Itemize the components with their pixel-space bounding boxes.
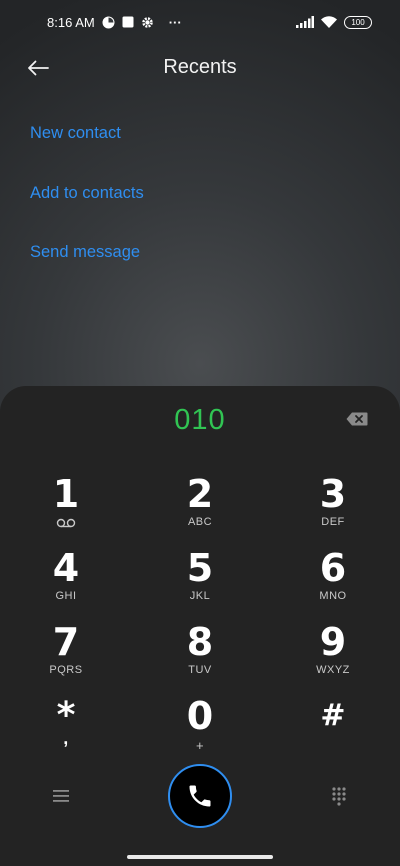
key-9[interactable]: 9 WXYZ	[278, 622, 388, 692]
key-5[interactable]: 5 JKL	[145, 548, 255, 618]
data-saver-icon	[102, 16, 115, 29]
key-letters: MNO	[319, 590, 347, 602]
key-digit: 9	[319, 620, 347, 664]
key-3[interactable]: 3 DEF	[278, 474, 388, 544]
status-bar-right: 100	[296, 15, 372, 29]
key-letters: WXYZ	[316, 664, 350, 676]
key-digit: 2	[186, 472, 214, 516]
key-digit: 8	[186, 620, 214, 664]
dialer-panel: 010 1 2 ABC 3 DEF 4 GHI 5 JKL 6 MNO 7 PQ…	[0, 386, 400, 866]
signal-icon	[296, 16, 314, 28]
key-letters: TUV	[188, 664, 212, 676]
new-contact-link[interactable]: New contact	[30, 113, 144, 173]
key-letters: +	[195, 738, 205, 753]
key-letters: ABC	[187, 516, 213, 528]
home-indicator[interactable]	[127, 855, 273, 859]
status-bar: 8:16 AM ··· 100	[0, 0, 400, 44]
key-4[interactable]: 4 GHI	[11, 548, 121, 618]
key-1[interactable]: 1	[11, 474, 121, 544]
menu-icon	[53, 790, 69, 802]
dialed-number: 010	[174, 404, 226, 436]
key-digit: 6	[319, 546, 347, 590]
key-digit: 7	[52, 620, 80, 664]
key-digit: 4	[52, 546, 80, 590]
dialpad-icon	[332, 787, 346, 806]
key-6[interactable]: 6 MNO	[278, 548, 388, 618]
key-letters: GHI	[55, 590, 77, 602]
key-8[interactable]: 8 TUV	[145, 622, 255, 692]
key-digit: 1	[52, 472, 80, 516]
key-digit: 0	[186, 694, 214, 738]
contact-actions: New contact Add to contacts Send message	[30, 113, 144, 292]
status-bar-left: 8:16 AM ···	[47, 15, 182, 30]
add-to-contacts-link[interactable]: Add to contacts	[30, 173, 144, 233]
voicemail-icon	[56, 518, 76, 528]
key-0[interactable]: 0 +	[145, 696, 255, 766]
key-star[interactable]: * ,	[11, 696, 121, 766]
battery-icon: 100	[344, 15, 372, 29]
key-letters: DEF	[321, 516, 345, 528]
send-message-link[interactable]: Send message	[30, 232, 144, 292]
menu-button[interactable]	[45, 784, 77, 808]
call-button[interactable]	[168, 764, 232, 828]
gallery-icon	[122, 16, 134, 28]
dialpad-toggle-button[interactable]	[323, 784, 355, 808]
key-digit: 5	[186, 546, 214, 590]
top-bar: Recents	[0, 44, 400, 92]
key-7[interactable]: 7 PQRS	[11, 622, 121, 692]
more-notifications-icon: ···	[168, 14, 182, 30]
phone-icon	[189, 785, 211, 807]
wifi-icon	[321, 16, 337, 28]
key-letters: ,	[63, 728, 69, 748]
settings-icon	[141, 16, 154, 29]
status-time: 8:16 AM	[47, 14, 95, 30]
page-title: Recents	[163, 56, 237, 78]
key-letters: PQRS	[49, 664, 83, 676]
dialer-bottom-bar	[0, 764, 400, 828]
key-2[interactable]: 2 ABC	[145, 474, 255, 544]
key-digit: 3	[319, 472, 347, 516]
key-hash[interactable]: #	[278, 696, 388, 766]
key-digit: #	[320, 698, 346, 733]
key-letters: JKL	[189, 590, 211, 602]
backspace-icon	[346, 412, 368, 426]
backspace-button[interactable]	[346, 412, 368, 426]
